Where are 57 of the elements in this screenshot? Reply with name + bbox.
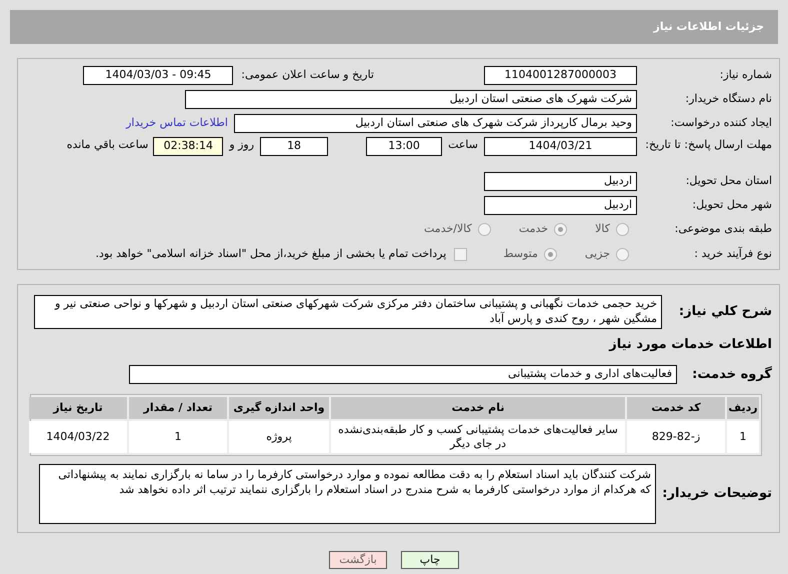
table-cell: پروژه xyxy=(229,421,329,453)
text-field[interactable]: اردبیل xyxy=(484,172,637,190)
radio-button[interactable] xyxy=(616,222,629,236)
table-cell: 1404/03/22 xyxy=(29,421,127,453)
notes-field[interactable]: شرکت کنندگان باید اسناد استعلام را به دقت مطالعه نموده و موارد درخواستی کارفرما را در ساما نه بارگزاری نمایند به پیشنهاداتی که هرکدام از موارد درخواستی کارفرما به شرح مندرج در اسناد استعلام را بارگزاری ننمایند ترتیب اثر داده نخواهد شد xyxy=(39,464,656,524)
field-label: نام دستگاه خریدار: xyxy=(685,90,772,107)
radio-button[interactable] xyxy=(616,248,629,260)
field-label: مهلت ارسال پاسخ: تا تاریخ: xyxy=(645,137,772,153)
field-label: ساعت xyxy=(448,137,478,153)
text-field[interactable]: وحید برمال کارپرداز شرکت شهرک های صنعتی استان اردبیل xyxy=(234,114,637,132)
description-field[interactable]: خرید حجمی خدمات نگهبانی و پشتیبانی ساختمان دفتر مرکزی شرکت شهرکهای صنعتی استان اردبیل و شهرکها و نواحی صنعتی نیر و مشگین شهر ، روح کندی و پارس آباد xyxy=(34,295,662,329)
table-cell: ز-82-829 xyxy=(627,421,725,453)
checkbox[interactable] xyxy=(454,248,468,260)
field-label: تاریخ و ساعت اعلان عمومی: xyxy=(241,66,374,83)
field-label: گروه خدمت: xyxy=(692,365,772,384)
radio-button[interactable] xyxy=(554,222,568,236)
radio-button[interactable] xyxy=(478,222,491,236)
field-label: ساعت باقي مانده xyxy=(66,137,148,153)
contact-link[interactable]: اطلاعات تماس خریدار xyxy=(126,114,228,132)
field-label: شهر محل تحویل: xyxy=(692,196,772,213)
text-field[interactable]: فعالیت‌های اداری و خدمات پشتیبانی xyxy=(129,364,677,384)
radio-label: کالا xyxy=(595,220,610,237)
text-field[interactable]: 1404/03/21 xyxy=(484,137,637,156)
field-label: توضیحات خریدار: xyxy=(662,485,772,504)
table-cell: 1 xyxy=(129,421,227,453)
field-label: طبقه بندی موضوعی: xyxy=(674,220,772,237)
radio-label: کالا/خدمت xyxy=(424,220,472,237)
radio-label: متوسط xyxy=(503,246,538,262)
column-header: تعداد / مقدار xyxy=(129,397,227,419)
column-header: نام خدمت xyxy=(331,397,625,419)
text-field[interactable]: شرکت شهرک های صنعتی استان اردبیل xyxy=(185,90,637,108)
text-field[interactable]: 13:00 xyxy=(366,137,442,156)
text-field[interactable]: 18 xyxy=(260,137,328,156)
section-title: اطلاعات خدمات مورد نیاز xyxy=(609,336,772,354)
page-title: جزئیات اطلاعات نیاز xyxy=(654,18,764,35)
radio-button[interactable] xyxy=(544,248,557,260)
print-button[interactable]: چاپ xyxy=(401,551,459,569)
column-header: تاریخ نیاز xyxy=(29,397,127,419)
column-header: واحد اندازه گیری xyxy=(229,397,329,419)
column-header: ردیف xyxy=(727,397,759,419)
field-label: استان محل تحویل: xyxy=(686,172,772,189)
field-label: روز و xyxy=(229,137,254,153)
field-label: شماره نیاز: xyxy=(720,66,772,83)
table-cell: سایر فعالیت‌های خدمات پشتیبانی کسب و کار طبقه‌بندی‌نشده در جای دیگر xyxy=(331,421,625,453)
checkbox-label: پرداخت تمام یا بخشی از مبلغ خرید،از محل "اسناد خزانه اسلامی" خواهد بود. xyxy=(96,246,446,262)
radio-label: جزیی xyxy=(584,246,610,262)
text-field[interactable]: 1104001287000003 xyxy=(484,66,637,84)
field-label: ایجاد کننده درخواست: xyxy=(670,114,772,131)
text-field[interactable]: اردبیل xyxy=(484,196,637,214)
field-label: نوع فرآیند خرید : xyxy=(694,246,772,262)
field-label: شرح کلي نیاز: xyxy=(678,303,772,322)
text-field[interactable]: 1404/03/03 - 09:45 xyxy=(83,66,234,84)
text-field[interactable]: 02:38:14 xyxy=(153,137,224,156)
back-button[interactable]: بازگشت xyxy=(329,551,387,569)
column-header: کد خدمت xyxy=(627,397,725,419)
radio-label: خدمت xyxy=(518,220,548,237)
table-cell: 1 xyxy=(727,421,759,453)
